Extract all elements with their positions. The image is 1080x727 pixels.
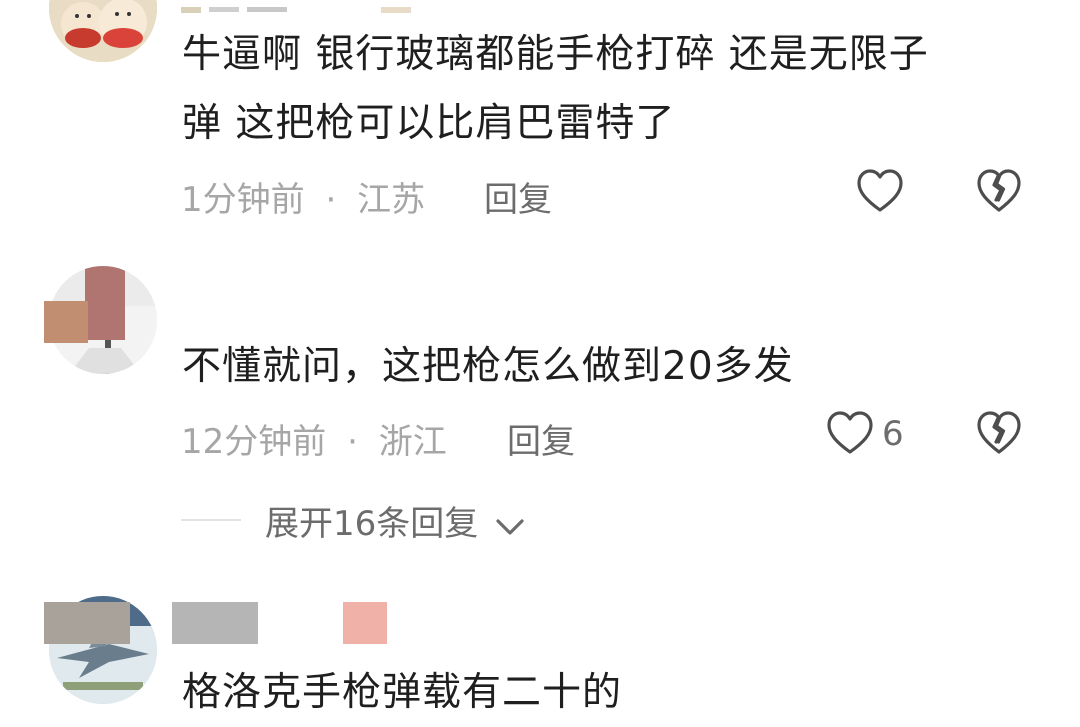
comment-1-line-2: 弹 这把枪可以比肩巴雷特了 [182,101,676,146]
avatar-redaction-block [44,301,88,343]
comment-2-text: 不懂就问，这把枪怎么做到20多发 [182,344,794,389]
comment-2-location: 浙江 [378,422,447,462]
comment-2-meta: 12分钟前 · 浙江 [181,414,447,463]
expand-divider [181,519,241,521]
comment-2-reply-button[interactable]: 回复 [507,414,575,463]
redaction-shape [181,7,501,13]
meta-separator: · [325,180,337,220]
expand-replies-label: 展开16条回复 [265,504,479,544]
comment-1-text: 牛逼啊 银行玻璃都能手枪打碎 还是无限子 弹 这把枪可以比肩巴雷特了 [182,20,1042,158]
username-redacted [181,0,501,13]
meta-separator: · [347,422,358,462]
comment-1-reply-button[interactable]: 回复 [484,172,552,221]
comment-2-time: 12分钟前 [181,422,327,462]
username-badge-redacted [343,602,387,644]
comment-2-like-count: 6 [882,414,904,454]
avatar-comment-1[interactable] [49,0,157,62]
like-icon[interactable] [826,410,874,460]
cartoon-avatar-icon [49,0,157,62]
dislike-broken-heart-icon[interactable] [976,410,1022,460]
avatar-redaction-block [44,602,130,644]
dislike-broken-heart-icon[interactable] [976,168,1022,218]
chevron-down-icon [495,506,525,546]
expand-replies-button[interactable]: 展开16条回复 [265,496,525,546]
comment-1-location: 江苏 [357,180,426,220]
username-redacted [172,602,258,644]
comment-3-text: 格洛克手枪弹载有二十的 [182,670,623,715]
like-icon[interactable] [856,168,904,218]
comment-1-meta: 1分钟前 · 江苏 [181,172,425,221]
comment-1-time: 1分钟前 [181,180,305,220]
comment-1-line-1: 牛逼啊 银行玻璃都能手枪打碎 还是无限子 [182,32,929,77]
